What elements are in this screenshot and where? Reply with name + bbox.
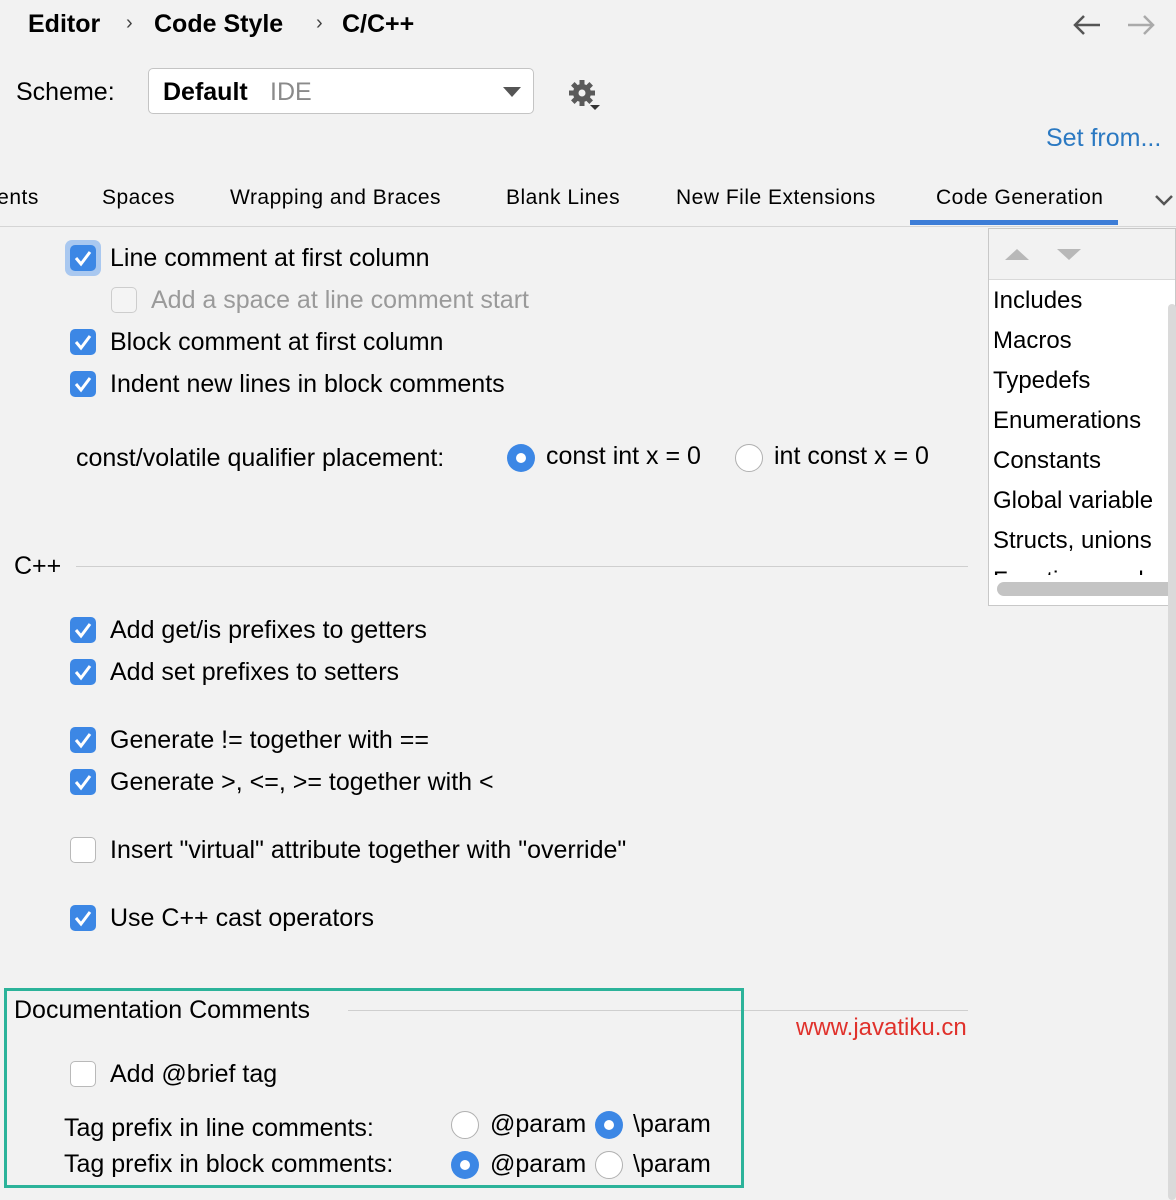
scheme-label: Scheme: xyxy=(16,78,115,106)
breadcrumb-code-style[interactable]: Code Style xyxy=(154,10,283,39)
line-comment-first-column-checkbox[interactable] xyxy=(70,245,96,271)
qualifier-option2-label: int const x = 0 xyxy=(774,442,929,470)
block-prefix-opt1-label: @param xyxy=(490,1150,587,1178)
breadcrumb-separator: › xyxy=(126,12,133,34)
block-comment-first-column-label: Block comment at first column xyxy=(110,328,444,356)
cast-operators-label: Use C++ cast operators xyxy=(110,904,375,932)
indent-block-comments-label: Indent new lines in block comments xyxy=(110,370,505,398)
add-brief-checkbox[interactable] xyxy=(70,1061,96,1087)
list-item[interactable]: Global variable xyxy=(993,487,1153,515)
add-space-checkbox[interactable] xyxy=(111,287,137,313)
block-prefix-backslash-param-radio[interactable] xyxy=(595,1151,623,1179)
move-down-icon[interactable] xyxy=(1057,249,1081,260)
line-prefix-opt1-label: @param xyxy=(490,1110,587,1138)
watermark: www.javatiku.cn xyxy=(796,1014,967,1041)
getters-checkbox[interactable] xyxy=(70,617,96,643)
qualifier-label: const/volatile qualifier placement: xyxy=(76,444,445,472)
block-prefix-label: Tag prefix in block comments: xyxy=(64,1150,394,1178)
gear-icon[interactable] xyxy=(566,78,602,112)
breadcrumb-separator: › xyxy=(316,12,323,34)
list-item[interactable]: Functions and xyxy=(993,559,1144,575)
arrow-left-icon[interactable] xyxy=(1072,12,1102,38)
vertical-scrollbar[interactable] xyxy=(1168,304,1176,1200)
list-toolbar xyxy=(989,229,1175,280)
block-prefix-opt2-label: \param xyxy=(633,1150,711,1178)
active-tab-indicator xyxy=(910,220,1118,225)
indent-block-comments-checkbox[interactable] xyxy=(70,371,96,397)
setters-label: Add set prefixes to setters xyxy=(110,658,400,686)
scheme-dropdown[interactable]: Default IDE xyxy=(148,68,534,114)
move-up-icon[interactable] xyxy=(1005,249,1029,260)
tab-indents[interactable]: lents xyxy=(0,186,39,210)
list-item[interactable]: Macros xyxy=(993,327,1072,355)
list-item[interactable]: Enumerations xyxy=(993,407,1141,435)
insert-virtual-label: Insert "virtual" attribute together with… xyxy=(110,836,627,864)
horizontal-scrollbar[interactable] xyxy=(997,582,1175,596)
line-prefix-backslash-param-radio[interactable] xyxy=(595,1111,623,1139)
scheme-value: Default xyxy=(163,78,248,106)
doc-comments-title: Documentation Comments xyxy=(14,996,310,1024)
qualifier-option1-label: const int x = 0 xyxy=(546,442,701,470)
list-item[interactable]: Structs, unions xyxy=(993,527,1152,555)
tab-blank-lines[interactable]: Blank Lines xyxy=(506,186,620,210)
insert-virtual-checkbox[interactable] xyxy=(70,837,96,863)
block-prefix-at-param-radio[interactable] xyxy=(451,1151,479,1179)
generate-compare-label: Generate >, <=, >= together with < xyxy=(110,768,494,796)
list-item[interactable]: Constants xyxy=(993,447,1101,475)
chevron-down-icon xyxy=(503,87,521,97)
generate-neq-checkbox[interactable] xyxy=(70,727,96,753)
generate-compare-checkbox[interactable] xyxy=(70,769,96,795)
arrow-right-icon[interactable] xyxy=(1126,12,1156,38)
tab-bar: lents Spaces Wrapping and Braces Blank L… xyxy=(0,172,1176,227)
line-prefix-label: Tag prefix in line comments: xyxy=(64,1114,374,1142)
line-comment-first-column-label: Line comment at first column xyxy=(110,244,430,272)
line-prefix-at-param-radio[interactable] xyxy=(451,1111,479,1139)
generate-neq-label: Generate != together with == xyxy=(110,726,429,754)
declaration-order-list[interactable]: Includes Macros Typedefs Enumerations Co… xyxy=(988,228,1176,606)
breadcrumb-cpp: C/C++ xyxy=(342,10,415,38)
tab-wrapping-and-braces[interactable]: Wrapping and Braces xyxy=(230,186,441,210)
section-divider xyxy=(76,566,968,567)
qualifier-const-after-radio[interactable] xyxy=(735,444,763,472)
qualifier-const-first-radio[interactable] xyxy=(507,444,535,472)
getters-label: Add get/is prefixes to getters xyxy=(110,616,427,644)
tab-new-file-extensions[interactable]: New File Extensions xyxy=(676,186,876,210)
set-from-link[interactable]: Set from... xyxy=(1046,124,1161,153)
add-space-label: Add a space at line comment start xyxy=(151,286,529,314)
tab-code-generation[interactable]: Code Generation xyxy=(936,186,1103,210)
breadcrumb-editor[interactable]: Editor xyxy=(28,10,100,39)
add-brief-label: Add @brief tag xyxy=(110,1060,278,1088)
tab-spaces[interactable]: Spaces xyxy=(102,186,175,210)
cast-operators-checkbox[interactable] xyxy=(70,905,96,931)
line-prefix-opt2-label: \param xyxy=(633,1110,711,1138)
setters-checkbox[interactable] xyxy=(70,659,96,685)
list-item[interactable]: Typedefs xyxy=(993,367,1090,395)
list-item[interactable]: Includes xyxy=(993,287,1082,315)
chevron-down-icon[interactable] xyxy=(1154,194,1174,208)
cpp-section-title: C++ xyxy=(14,552,62,580)
block-comment-first-column-checkbox[interactable] xyxy=(70,329,96,355)
scheme-sub: IDE xyxy=(270,78,312,106)
